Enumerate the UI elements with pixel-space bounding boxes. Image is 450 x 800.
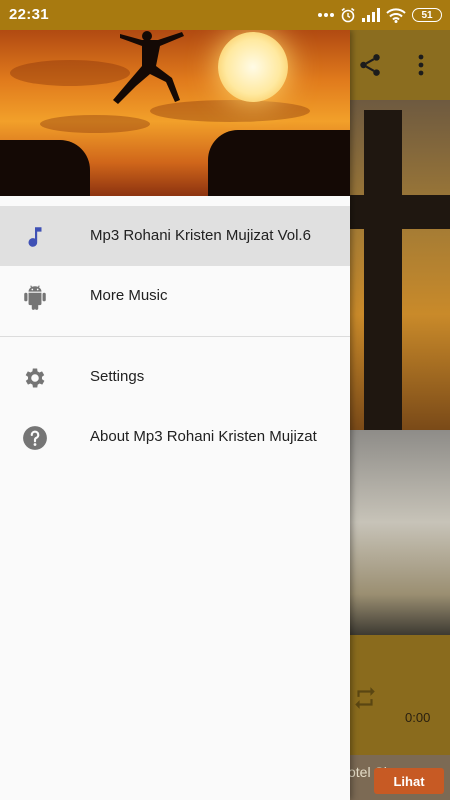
drawer-item-label: About Mp3 Rohani Kristen Mujizat (90, 428, 317, 445)
right-cliff (208, 130, 350, 196)
drawer-menu: Mp3 Rohani Kristen Mujizat Vol.6 More Mu… (0, 196, 350, 467)
help-icon (22, 425, 48, 451)
navigation-drawer: Mp3 Rohani Kristen Mujizat Vol.6 More Mu… (0, 30, 350, 800)
drawer-item-more-music[interactable]: More Music (0, 266, 350, 326)
overflow-menu-icon[interactable] (414, 52, 428, 83)
signal-icon (362, 8, 380, 22)
status-time: 22:31 (9, 6, 49, 23)
status-icons: 51 (318, 5, 442, 25)
battery-icon: 51 (412, 8, 442, 22)
repeat-icon[interactable] (352, 685, 378, 716)
drawer-header-image (0, 30, 350, 196)
music-note-icon (22, 224, 48, 250)
drawer-divider (0, 336, 350, 337)
left-cliff (0, 140, 90, 196)
status-bar: 22:31 51 (0, 0, 450, 30)
player-time: 0:00 (405, 710, 431, 725)
drawer-item-label: Mp3 Rohani Kristen Mujizat Vol.6 (90, 227, 311, 244)
android-icon (22, 284, 48, 310)
sun-graphic (218, 32, 288, 102)
share-icon[interactable] (357, 52, 383, 83)
drawer-item-label: Settings (90, 368, 145, 385)
alarm-icon (340, 7, 356, 23)
drawer-item-album[interactable]: Mp3 Rohani Kristen Mujizat Vol.6 (0, 206, 350, 266)
gear-icon (22, 365, 48, 391)
jumper-silhouette (113, 31, 184, 104)
drawer-item-settings[interactable]: Settings (0, 347, 350, 407)
more-notifications-icon (318, 12, 334, 18)
drawer-item-label: More Music (90, 287, 168, 304)
drawer-item-about[interactable]: About Mp3 Rohani Kristen Mujizat (0, 407, 350, 467)
ad-button[interactable]: Lihat (374, 768, 444, 794)
wifi-icon (386, 7, 406, 23)
